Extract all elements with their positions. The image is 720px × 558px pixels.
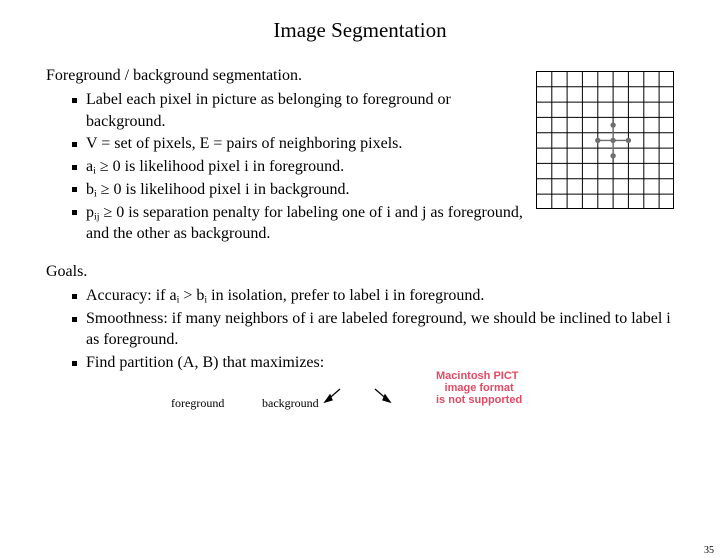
goals-bullet: Smoothness: if many neighbors of i are l… [72,308,674,351]
foreground-label: foreground [171,396,224,411]
goals-head: Goals. [46,263,674,281]
section1-bullet: Label each pixel in picture as belonging… [72,89,524,132]
page-number: 35 [704,545,714,556]
background-label: background [262,396,319,411]
goals-bullet: Accuracy: if ai > bi in isolation, prefe… [72,285,674,307]
section1-bullet: ai ≥ 0 is likelihood pixel i in foregrou… [72,156,524,178]
section1-bullet: bi ≥ 0 is likelihood pixel i in backgrou… [72,179,524,201]
section1-bullet: V = set of pixels, E = pairs of neighbor… [72,133,524,155]
page-title: Image Segmentation [0,18,720,43]
goals-bullet: Find partition (A, B) that maximizes: [72,352,674,374]
pixel-grid-illustration [536,71,674,209]
pict-unsupported-notice: Macintosh PICT image format is not suppo… [436,370,522,406]
section1-head: Foreground / background segmentation. [46,67,524,85]
section1-bullet: pij ≥ 0 is separation penalty for labeli… [72,202,524,245]
